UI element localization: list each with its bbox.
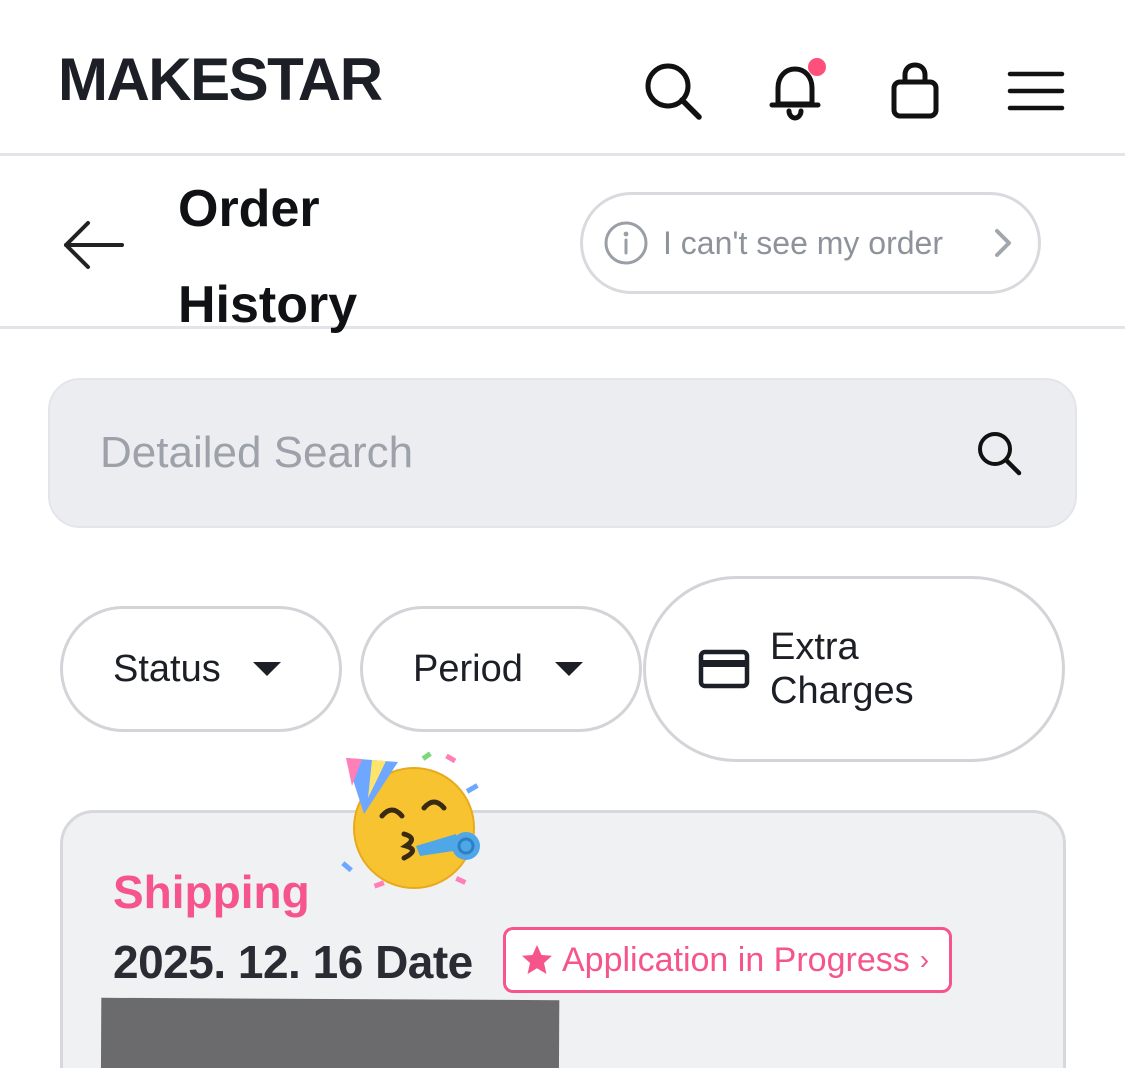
back-button[interactable]: [60, 215, 130, 275]
extra-charges-label: Extra Charges: [770, 626, 914, 712]
redacted-image: [100, 997, 560, 1068]
search-icon[interactable]: [975, 429, 1023, 477]
caret-down-icon: [252, 662, 281, 676]
cant-see-order-button[interactable]: I can't see my order: [580, 192, 1041, 294]
star-icon: [522, 945, 552, 974]
detailed-search-input[interactable]: [100, 428, 975, 478]
extra-charges-button[interactable]: Extra Charges: [643, 576, 1065, 762]
arrow-left-icon: [64, 221, 124, 269]
period-filter-dropdown[interactable]: Period: [360, 606, 642, 732]
chevron-right-icon: ›: [919, 944, 930, 975]
bell-icon[interactable]: [762, 58, 828, 124]
shopping-bag-icon[interactable]: [882, 58, 948, 124]
caret-down-icon: [554, 662, 583, 676]
page-title: Order History: [178, 180, 358, 334]
menu-icon[interactable]: [1002, 58, 1068, 124]
application-status-label: Application in Progress: [562, 940, 910, 979]
search-icon[interactable]: [640, 58, 706, 124]
status-filter-dropdown[interactable]: Status: [60, 606, 342, 732]
top-header: MAKESTAR: [0, 0, 1125, 156]
credit-card-icon: [698, 649, 750, 689]
order-card[interactable]: Shipping 2025. 12. 16 Date Application i…: [60, 810, 1066, 1068]
makestar-logo[interactable]: MAKESTAR: [58, 48, 383, 112]
info-icon: [604, 221, 648, 265]
party-face-emoji-icon: [341, 751, 480, 889]
page-header: Order History I can't see my order: [0, 159, 1125, 334]
status-filter-label: Status: [113, 647, 221, 690]
notification-dot: [808, 58, 826, 76]
cant-see-order-label: I can't see my order: [663, 225, 943, 261]
detailed-search-bar: [48, 378, 1077, 528]
order-date: 2025. 12. 16 Date: [113, 936, 473, 988]
period-filter-label: Period: [413, 647, 523, 690]
application-status-badge[interactable]: Application in Progress ›: [503, 927, 953, 993]
order-status: Shipping: [113, 866, 310, 918]
chevron-right-icon: [995, 229, 1011, 257]
